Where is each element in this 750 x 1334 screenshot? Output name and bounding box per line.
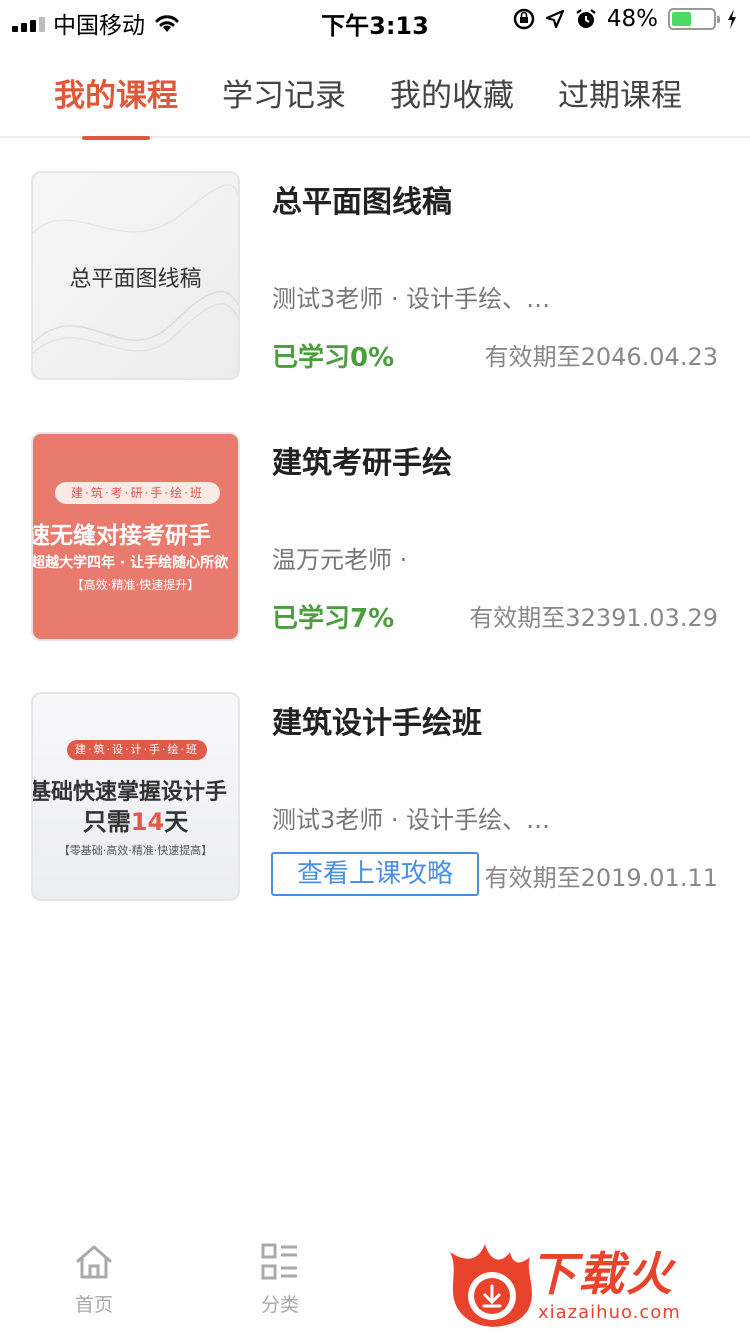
course-thumbnail[interactable]: 总平面图线稿 [31,171,240,380]
tab-label: 过期课程 [558,78,682,114]
view-guide-button[interactable]: 查看上课攻略 [271,852,479,896]
thumbnail-headline: 速无缝对接考研手 [31,523,211,549]
tab-bar: 我的课程 学习记录 我的收藏 过期课程 [0,52,750,140]
charging-icon [728,9,736,29]
nav-label: 首页 [74,1294,113,1316]
flame-logo-icon [450,1244,532,1327]
tab-expired-courses[interactable]: 过期课程 [558,52,682,138]
thumbnail-caption: 总平面图线稿 [69,267,202,292]
nav-home[interactable]: 首页 [34,1242,154,1317]
tab-label: 学习记录 [222,78,346,114]
course-expiry: 有效期至2019.01.11 [484,864,718,892]
watermark-url: xiazaihuo.com [538,1302,681,1323]
course-title: 建筑考研手绘 [272,446,452,481]
thumbnail-pill: 建·筑·设·计·手·绘·班 [67,740,207,760]
alarm-icon [576,9,596,28]
category-icon [261,1243,297,1280]
course-teacher: 测试3老师 · 设计手绘、… [272,285,551,313]
course-teacher: 温万元老师 · [272,546,408,574]
orientation-lock-icon [513,8,535,30]
home-icon [76,1245,112,1279]
nav-category[interactable]: 分类 [220,1242,340,1317]
tab-label: 我的收藏 [390,78,514,114]
watermark-logo: 下载火 xiazaihuo.com [440,1230,750,1334]
course-progress: 已学习0% [272,343,395,373]
course-thumbnail[interactable]: 建·筑·考·研·手·绘·班 速无缝对接考研手 超越大学四年 · 让手绘随心所欲 … [31,432,240,641]
course-title: 总平面图线稿 [272,185,452,220]
watermark-text: 下载火 [530,1247,674,1301]
nav-label: 分类 [260,1294,299,1316]
thumbnail-pill: 建·筑·考·研·手·绘·班 [55,482,220,504]
course-progress: 已学习7% [272,604,395,634]
status-bar: 中国移动 下午3:13 48% [0,0,750,40]
status-right: 48% [513,6,738,32]
course-expiry: 有效期至2046.04.23 [484,343,718,371]
tab-study-records[interactable]: 学习记录 [222,52,346,138]
thumbnail-days: 只需14天 [82,808,189,836]
tab-active-indicator [82,136,150,140]
tab-favorites[interactable]: 我的收藏 [390,52,514,138]
tab-label: 我的课程 [54,78,178,114]
battery-icon [668,8,720,30]
thumbnail-subline: 超越大学四年 · 让手绘随心所欲 [31,555,229,571]
thumbnail-tag: 【高效·精准·快速提升】 [71,578,200,592]
tab-my-courses[interactable]: 我的课程 [54,52,178,140]
course-expiry: 有效期至32391.03.29 [469,604,718,632]
course-item[interactable]: 总平面图线稿 总平面图线稿 测试3老师 · 设计手绘、… 已学习0% 有效期至2… [0,171,750,381]
course-title: 建筑设计手绘班 [272,706,482,741]
course-item[interactable]: 建·筑·设·计·手·绘·班 基础快速掌握设计手 只需14天 【零基础·高效·精准… [0,692,750,902]
location-icon [545,9,564,29]
thumbnail-tag: 【零基础·高效·精准·快速提高】 [58,844,213,857]
course-item[interactable]: 建·筑·考·研·手·绘·班 速无缝对接考研手 超越大学四年 · 让手绘随心所欲 … [0,432,750,642]
course-teacher: 测试3老师 · 设计手绘、… [272,806,551,834]
battery-percent: 48% [606,6,658,32]
course-thumbnail[interactable]: 建·筑·设·计·手·绘·班 基础快速掌握设计手 只需14天 【零基础·高效·精准… [31,692,240,901]
